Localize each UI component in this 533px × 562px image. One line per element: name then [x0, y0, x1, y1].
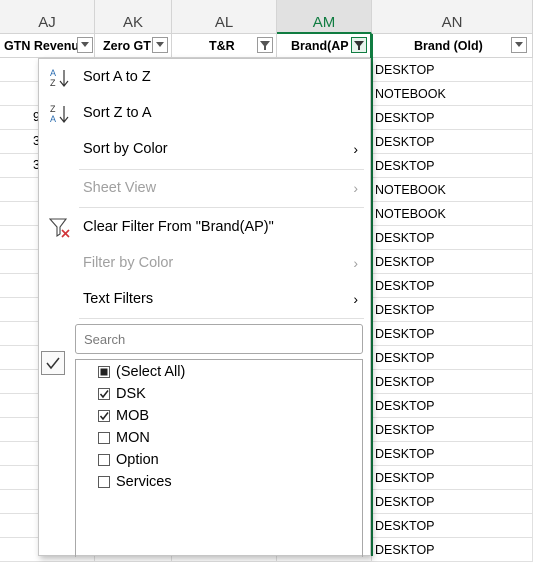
chevron-right-icon: › — [353, 291, 358, 307]
header-label: T&R — [209, 39, 235, 53]
chevron-right-icon: › — [353, 141, 358, 157]
filter-dropdown-button[interactable] — [152, 37, 168, 53]
header-cell-zero-gt[interactable]: Zero GT — [95, 34, 172, 58]
clear-filter-label: Clear Filter From "Brand(AP)" — [83, 219, 274, 235]
cell-brand-old[interactable]: DESKTOP — [372, 370, 533, 394]
column-letter-ak[interactable]: AK — [95, 0, 172, 33]
unchecked-checkbox-icon[interactable] — [98, 454, 110, 466]
column-letter-an[interactable]: AN — [372, 0, 533, 33]
header-label: Zero GT — [103, 39, 151, 53]
sort-by-color-item[interactable]: Sort by Color › — [39, 134, 370, 164]
text-filters-label: Text Filters — [83, 291, 154, 307]
cell-brand-old[interactable]: NOTEBOOK — [372, 202, 533, 226]
cell-brand-old[interactable]: DESKTOP — [372, 322, 533, 346]
cell-brand-old[interactable]: DESKTOP — [372, 106, 533, 130]
header-label: Brand (Old) — [414, 39, 483, 53]
list-item-label: Option — [116, 452, 159, 468]
sort-ascending-icon: A Z — [50, 68, 69, 88]
sort-descending-icon: Z A — [50, 104, 69, 124]
column-header-row: AJ AK AL AM AN — [0, 0, 533, 34]
filter-dropdown-button[interactable] — [77, 37, 93, 53]
filter-dropdown-button[interactable] — [511, 37, 527, 53]
filter-by-color-item: Filter by Color › — [39, 248, 370, 278]
menu-divider — [79, 207, 364, 208]
cell-brand-old[interactable]: DESKTOP — [372, 418, 533, 442]
dropdown-arrow-icon — [156, 42, 164, 47]
header-cell-gtn-revenue[interactable]: GTN Revenu — [0, 34, 95, 58]
cell-brand-old[interactable]: DESKTOP — [372, 514, 533, 538]
svg-text:A: A — [50, 68, 56, 78]
sort-z-to-a-label: Sort Z to A — [83, 105, 152, 121]
header-label: Brand(AP — [291, 39, 349, 53]
filter-funnel-icon — [260, 41, 270, 50]
column-letter-aj[interactable]: AJ — [0, 0, 95, 33]
cell-brand-old[interactable]: DESKTOP — [372, 394, 533, 418]
chevron-right-icon: › — [353, 255, 358, 271]
cell-brand-old[interactable]: DESKTOP — [372, 346, 533, 370]
filter-applied-button[interactable] — [351, 37, 367, 53]
checkmark-icon — [41, 351, 65, 375]
header-cell-t-and-r[interactable]: T&R — [172, 34, 277, 58]
filter-by-color-label: Filter by Color — [83, 255, 174, 271]
cell-brand-old[interactable]: DESKTOP — [372, 538, 533, 562]
text-filters-item[interactable]: Text Filters › — [39, 284, 370, 314]
cell-brand-old[interactable]: NOTEBOOK — [372, 82, 533, 106]
menu-divider — [79, 169, 364, 170]
list-item-label: DSK — [116, 386, 146, 402]
cell-brand-old[interactable]: NOTEBOOK — [372, 178, 533, 202]
cell-brand-old[interactable]: DESKTOP — [372, 250, 533, 274]
clear-filter-item[interactable]: Clear Filter From "Brand(AP)" — [39, 212, 370, 242]
partial-checkbox-icon[interactable] — [98, 366, 110, 378]
list-item-label: MON — [116, 430, 150, 446]
header-cell-brand-old[interactable]: Brand (Old) — [372, 34, 533, 58]
search-input[interactable] — [75, 324, 363, 354]
chevron-right-icon: › — [353, 180, 358, 196]
sort-a-to-z-label: Sort A to Z — [83, 69, 151, 85]
cell-brand-old[interactable]: DESKTOP — [372, 130, 533, 154]
checked-checkbox-icon[interactable] — [98, 410, 110, 422]
unchecked-checkbox-icon[interactable] — [98, 432, 110, 444]
column-letter-al[interactable]: AL — [172, 0, 277, 33]
list-item-label: MOB — [116, 408, 150, 424]
cell-brand-old[interactable]: DESKTOP — [372, 442, 533, 466]
dropdown-arrow-icon — [515, 42, 523, 47]
cell-brand-old[interactable]: DESKTOP — [372, 226, 533, 250]
filter-funnel-icon — [354, 41, 364, 50]
clear-filter-icon — [49, 218, 70, 238]
list-item-label: Services — [116, 474, 172, 490]
autofilter-menu: A Z Sort A to Z Z A Sort Z to A Sort by … — [38, 58, 371, 557]
checked-checkbox-icon[interactable] — [98, 388, 110, 400]
list-item-label: (Select All) — [116, 364, 186, 380]
cell-brand-old[interactable]: DESKTOP — [372, 490, 533, 514]
unchecked-checkbox-icon[interactable] — [98, 476, 110, 488]
menu-divider — [79, 318, 364, 319]
dropdown-arrow-icon — [81, 42, 89, 47]
filter-applied-button[interactable] — [257, 37, 273, 53]
cell-brand-old[interactable]: DESKTOP — [372, 274, 533, 298]
svg-text:Z: Z — [50, 104, 56, 114]
filter-values-list[interactable]: (Select All) DSK MOB MON Option Services — [75, 359, 363, 557]
cell-brand-old[interactable]: DESKTOP — [372, 58, 533, 82]
cell-brand-old[interactable]: DESKTOP — [372, 466, 533, 490]
svg-text:Z: Z — [50, 78, 56, 88]
svg-text:A: A — [50, 114, 56, 124]
header-cell-brand-ap[interactable]: Brand(AP — [277, 34, 372, 58]
sort-z-to-a-item[interactable]: Z A Sort Z to A — [39, 98, 370, 128]
table-header-row: GTN Revenu Zero GT T&R Brand(AP Brand (O… — [0, 34, 533, 58]
sort-by-color-label: Sort by Color — [83, 141, 168, 157]
cell-brand-old[interactable]: DESKTOP — [372, 154, 533, 178]
cell-brand-old[interactable]: DESKTOP — [372, 298, 533, 322]
sort-a-to-z-item[interactable]: A Z Sort A to Z — [39, 62, 370, 92]
sheet-view-item: Sheet View › — [39, 173, 370, 203]
sheet-view-label: Sheet View — [83, 180, 157, 196]
column-letter-am[interactable]: AM — [277, 0, 372, 34]
header-label: GTN Revenu — [4, 39, 80, 53]
